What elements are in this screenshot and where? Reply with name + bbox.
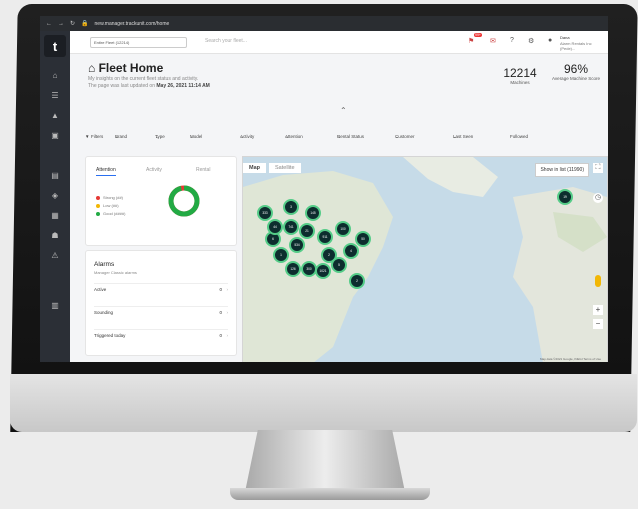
- map-tab-satellite[interactable]: Satellite: [269, 163, 301, 173]
- map-cluster[interactable]: 50: [355, 231, 371, 247]
- alarm-row-triggered-today[interactable]: Triggered today 0 ›: [94, 329, 228, 342]
- map-cluster[interactable]: 333: [257, 205, 273, 221]
- page-title: ⌂ Fleet Home: [88, 61, 164, 75]
- street-view-pegman-icon[interactable]: [595, 275, 601, 287]
- fleet-select[interactable]: Entire Fleet (12214): [90, 37, 187, 48]
- filter-brand[interactable]: Brand ⌄: [115, 134, 127, 140]
- help-icon[interactable]: ?: [510, 37, 514, 44]
- map-cluster[interactable]: 126: [285, 261, 301, 277]
- sidebar-report-icon[interactable]: ▣: [49, 131, 61, 141]
- sidebar-list-icon[interactable]: ☰: [49, 91, 61, 101]
- filter-activity[interactable]: Activity ⌄: [240, 134, 254, 140]
- user-company: Alarm Rentals Inc (Pede)...: [560, 41, 592, 51]
- tab-rental[interactable]: Rental: [196, 167, 210, 173]
- alarm-row-sounding[interactable]: Sounding 0 ›: [94, 306, 228, 319]
- fleet-map[interactable]: Map Satellite Show in list (11990) ⛶ ◷ 3…: [242, 156, 608, 362]
- zoom-in-button[interactable]: +: [593, 305, 603, 315]
- alarms-title: Alarms: [94, 261, 115, 268]
- search-input[interactable]: Search your fleet...: [205, 38, 247, 44]
- filters-label: Filters: [91, 134, 104, 139]
- chat-icon[interactable]: ✉: [490, 37, 496, 45]
- forward-icon[interactable]: →: [58, 21, 64, 27]
- home-icon: ⌂: [88, 61, 99, 75]
- fullscreen-icon[interactable]: ⛶: [593, 163, 603, 173]
- monitor-stand: [245, 430, 405, 492]
- map-cluster[interactable]: 4: [343, 243, 359, 259]
- map-cluster[interactable]: 911: [317, 229, 333, 245]
- notification-icon[interactable]: ⚑: [468, 37, 474, 45]
- chevron-right-icon: ›: [226, 310, 229, 315]
- browser-toolbar: ← → ↻ 🔒 new.manager.trackunit.com/home: [40, 16, 608, 31]
- alarm-row-active[interactable]: Active 0 ›: [94, 283, 228, 296]
- filter-icon: ▼: [85, 134, 90, 139]
- legend-low: Low (##): [96, 203, 119, 208]
- map-cluster[interactable]: 5: [331, 257, 347, 273]
- map-tab-map[interactable]: Map: [243, 163, 266, 173]
- map-cluster[interactable]: 44: [267, 219, 283, 235]
- top-bar: Entire Fleet (12214) Search your fleet..…: [70, 31, 608, 54]
- map-cluster[interactable]: 145: [305, 205, 321, 221]
- screen: ← → ↻ 🔒 new.manager.trackunit.com/home t…: [40, 16, 608, 362]
- map-cluster[interactable]: 21: [299, 223, 315, 239]
- sidebar-machine-icon[interactable]: ▲: [49, 111, 61, 121]
- reload-icon[interactable]: ↻: [70, 20, 75, 27]
- filter-rental-status[interactable]: Rental Status ⌄: [337, 134, 364, 140]
- tab-attention[interactable]: Attention: [96, 167, 116, 176]
- attention-card: Attention Activity Rental Strong (##) Lo…: [85, 156, 237, 246]
- monitor-chin: [10, 374, 637, 432]
- map-cluster[interactable]: 741: [283, 219, 299, 235]
- filter-last-seen[interactable]: Last Seen ⌄: [453, 134, 473, 140]
- user-avatar-icon[interactable]: ●: [548, 37, 552, 44]
- filter-type[interactable]: Type ⌄: [155, 134, 165, 140]
- alarms-card: Alarms Manager Classic alarms Active 0 ›…: [85, 250, 237, 356]
- donut-good-arc: [168, 185, 200, 217]
- back-icon[interactable]: ←: [46, 21, 52, 27]
- map-landmass: [243, 157, 607, 362]
- address-bar[interactable]: new.manager.trackunit.com/home: [95, 21, 170, 27]
- lock-icon: 🔒: [81, 21, 89, 27]
- show-in-list-button[interactable]: Show in list (11990): [535, 163, 589, 177]
- green-dot-icon: [96, 211, 100, 216]
- alarms-subtitle: Manager Classic alarms: [94, 270, 137, 275]
- sidebar-building-icon[interactable]: ▥: [49, 301, 61, 311]
- last-updated: The page was last updated on May 26, 202…: [88, 83, 210, 89]
- sidebar: t ⌂ ☰ ▲ ▣ ▤ ◈ ▦ ☗ ⚠ ▥: [40, 31, 70, 362]
- sidebar-calendar-icon[interactable]: ▦: [49, 211, 61, 221]
- filter-customer[interactable]: Customer ⌄: [395, 134, 415, 140]
- clock-icon[interactable]: ◷: [593, 193, 603, 203]
- sidebar-box-icon[interactable]: ◈: [49, 191, 61, 201]
- filter-attention[interactable]: Attention ⌄: [285, 134, 303, 140]
- page-subtitle: My insights on the current fleet status …: [88, 76, 199, 82]
- notification-badge: 99+: [474, 33, 482, 37]
- user-name[interactable]: Dana: [560, 35, 570, 40]
- settings-icon[interactable]: ⚙: [528, 37, 534, 45]
- red-dot-icon: [96, 195, 100, 200]
- map-cluster[interactable]: 3: [283, 199, 299, 215]
- map-cluster[interactable]: 1: [273, 247, 289, 263]
- kpi-machines: 12214 Machines: [503, 66, 537, 85]
- tab-activity[interactable]: Activity: [146, 167, 162, 173]
- map-cluster[interactable]: 1021: [315, 263, 331, 279]
- chevron-right-icon: ›: [226, 333, 229, 338]
- sidebar-home-icon[interactable]: ⌂: [49, 71, 61, 81]
- kpi-machine-score: 96% Average Machine Score: [552, 62, 600, 81]
- attention-donut: [168, 185, 200, 217]
- sidebar-warning-icon[interactable]: ⚠: [49, 251, 61, 261]
- map-cluster[interactable]: 534: [289, 237, 305, 253]
- zoom-out-button[interactable]: −: [593, 319, 603, 329]
- chevron-right-icon: ›: [226, 287, 229, 292]
- trackunit-logo[interactable]: t: [44, 35, 66, 57]
- filter-model[interactable]: Model ⌄: [190, 134, 202, 140]
- legend-strong: Strong (##): [96, 195, 123, 200]
- map-cluster[interactable]: 19: [557, 189, 573, 205]
- map-attribution: Map data ©2021 Google, INEGI Terms of Us…: [539, 357, 601, 361]
- map-cluster[interactable]: 2: [349, 273, 365, 289]
- legend-good: Good (####): [96, 211, 125, 216]
- map-cluster[interactable]: 100: [335, 221, 351, 237]
- collapse-chevron-icon[interactable]: ⌃: [340, 106, 347, 115]
- sidebar-doc-icon[interactable]: ▤: [49, 171, 61, 181]
- yellow-dot-icon: [96, 203, 100, 208]
- monitor-base: [230, 488, 430, 500]
- sidebar-team-icon[interactable]: ☗: [49, 231, 61, 241]
